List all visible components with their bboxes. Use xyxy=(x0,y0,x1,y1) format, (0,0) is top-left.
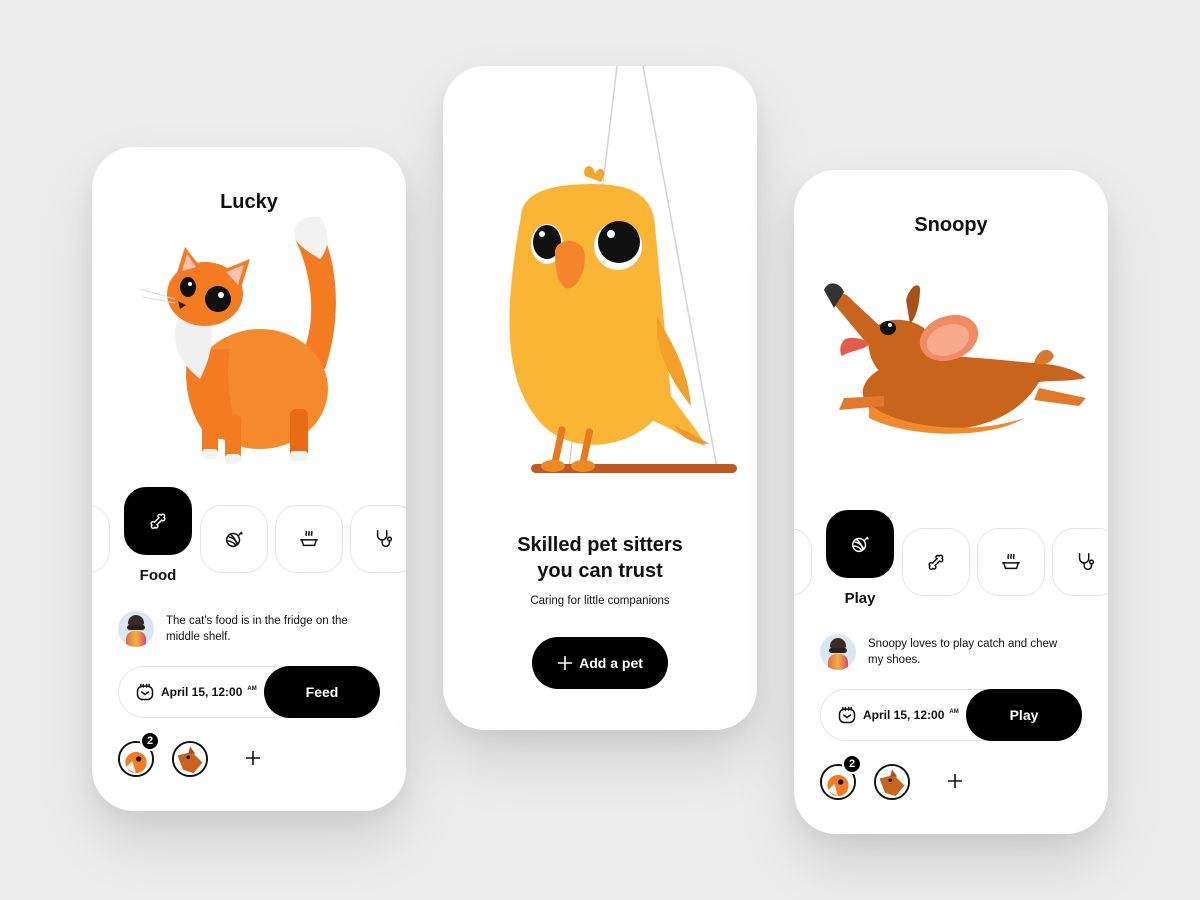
pet-card-snoopy: Snoopy Play Snoopy loves to play catch a… xyxy=(794,170,1108,834)
category-food-button[interactable] xyxy=(124,487,192,555)
owner-avatar xyxy=(118,611,154,647)
dog-thumb-icon xyxy=(174,743,206,775)
date-text: April 15, 12:00 xyxy=(863,708,945,722)
plus-icon xyxy=(948,774,962,788)
sitter-note: Snoopy loves to play catch and chew my s… xyxy=(820,634,1068,670)
pet-card-lucky: Lucky Food The cat's food is in the frid… xyxy=(92,147,406,811)
food-bowl-icon xyxy=(1002,553,1020,570)
category-row: Food xyxy=(92,487,406,607)
pet-thumb-dog[interactable] xyxy=(874,764,910,800)
notification-badge: 2 xyxy=(842,754,862,774)
play-button[interactable]: Play xyxy=(966,689,1082,741)
bird-on-swing-illustration xyxy=(509,66,737,473)
bone-icon xyxy=(150,513,166,529)
schedule-bar: April 15, 12:00 AM Play xyxy=(820,689,1082,741)
schedule-date[interactable]: April 15, 12:00 AM xyxy=(135,667,257,717)
add-a-pet-label: Add a pet xyxy=(579,655,643,671)
pet-thumb-dog[interactable] xyxy=(172,741,208,777)
calendar-check-icon xyxy=(136,683,154,701)
pets-row: 2 xyxy=(820,754,1020,804)
yarn-ball-icon xyxy=(225,531,243,548)
category-bowl-button[interactable] xyxy=(977,528,1045,596)
food-bowl-icon xyxy=(300,530,318,547)
category-bowl-button[interactable] xyxy=(275,505,343,573)
category-active-label: Play xyxy=(844,590,876,607)
stethoscope-icon xyxy=(1078,553,1095,571)
headline: Skilled pet sitters you can trust xyxy=(443,532,757,584)
note-text: The cat's food is in the fridge on the m… xyxy=(166,615,348,643)
stethoscope-icon xyxy=(376,530,393,548)
category-vet-button[interactable] xyxy=(350,505,406,573)
add-a-pet-button[interactable]: Add a pet xyxy=(532,637,668,689)
date-text: April 15, 12:00 xyxy=(161,685,243,699)
category-play-button[interactable] xyxy=(200,505,268,573)
add-pet-button[interactable] xyxy=(238,743,268,773)
dog-thumb-icon xyxy=(876,766,908,798)
onboarding-card: Skilled pet sitters you can trust Caring… xyxy=(443,66,757,730)
meridiem: AM xyxy=(949,709,959,715)
schedule-bar: April 15, 12:00 AM Feed xyxy=(118,666,380,718)
dog-illustration xyxy=(824,283,1086,434)
cat-illustration xyxy=(139,216,336,464)
yarn-ball-icon xyxy=(851,536,869,553)
pet-name: Snoopy xyxy=(914,214,988,236)
pets-row: 2 xyxy=(118,731,318,781)
schedule-date[interactable]: April 15, 12:00 AM xyxy=(837,690,959,740)
headline-line-2: you can trust xyxy=(537,560,663,582)
category-active-label: Food xyxy=(139,567,177,584)
feed-button[interactable]: Feed xyxy=(264,666,380,718)
category-button-partial[interactable] xyxy=(92,505,110,573)
category-row: Play xyxy=(794,510,1108,630)
subheadline: Caring for little companions xyxy=(530,595,670,607)
plus-icon xyxy=(558,656,573,670)
calendar-check-icon xyxy=(838,706,856,724)
note-text: Snoopy loves to play catch and chew my s… xyxy=(868,638,1058,666)
add-pet-button[interactable] xyxy=(940,766,970,796)
notification-badge: 2 xyxy=(140,731,160,751)
owner-avatar xyxy=(820,634,856,670)
sitter-note: The cat's food is in the fridge on the m… xyxy=(118,611,366,647)
plus-icon xyxy=(246,751,260,765)
category-food-button[interactable] xyxy=(902,528,970,596)
meridiem: AM xyxy=(247,686,257,692)
headline-line-1: Skilled pet sitters xyxy=(517,534,683,556)
category-vet-button[interactable] xyxy=(1052,528,1108,596)
bone-icon xyxy=(928,554,944,570)
category-button-partial[interactable] xyxy=(794,528,812,596)
category-play-button[interactable] xyxy=(826,510,894,578)
